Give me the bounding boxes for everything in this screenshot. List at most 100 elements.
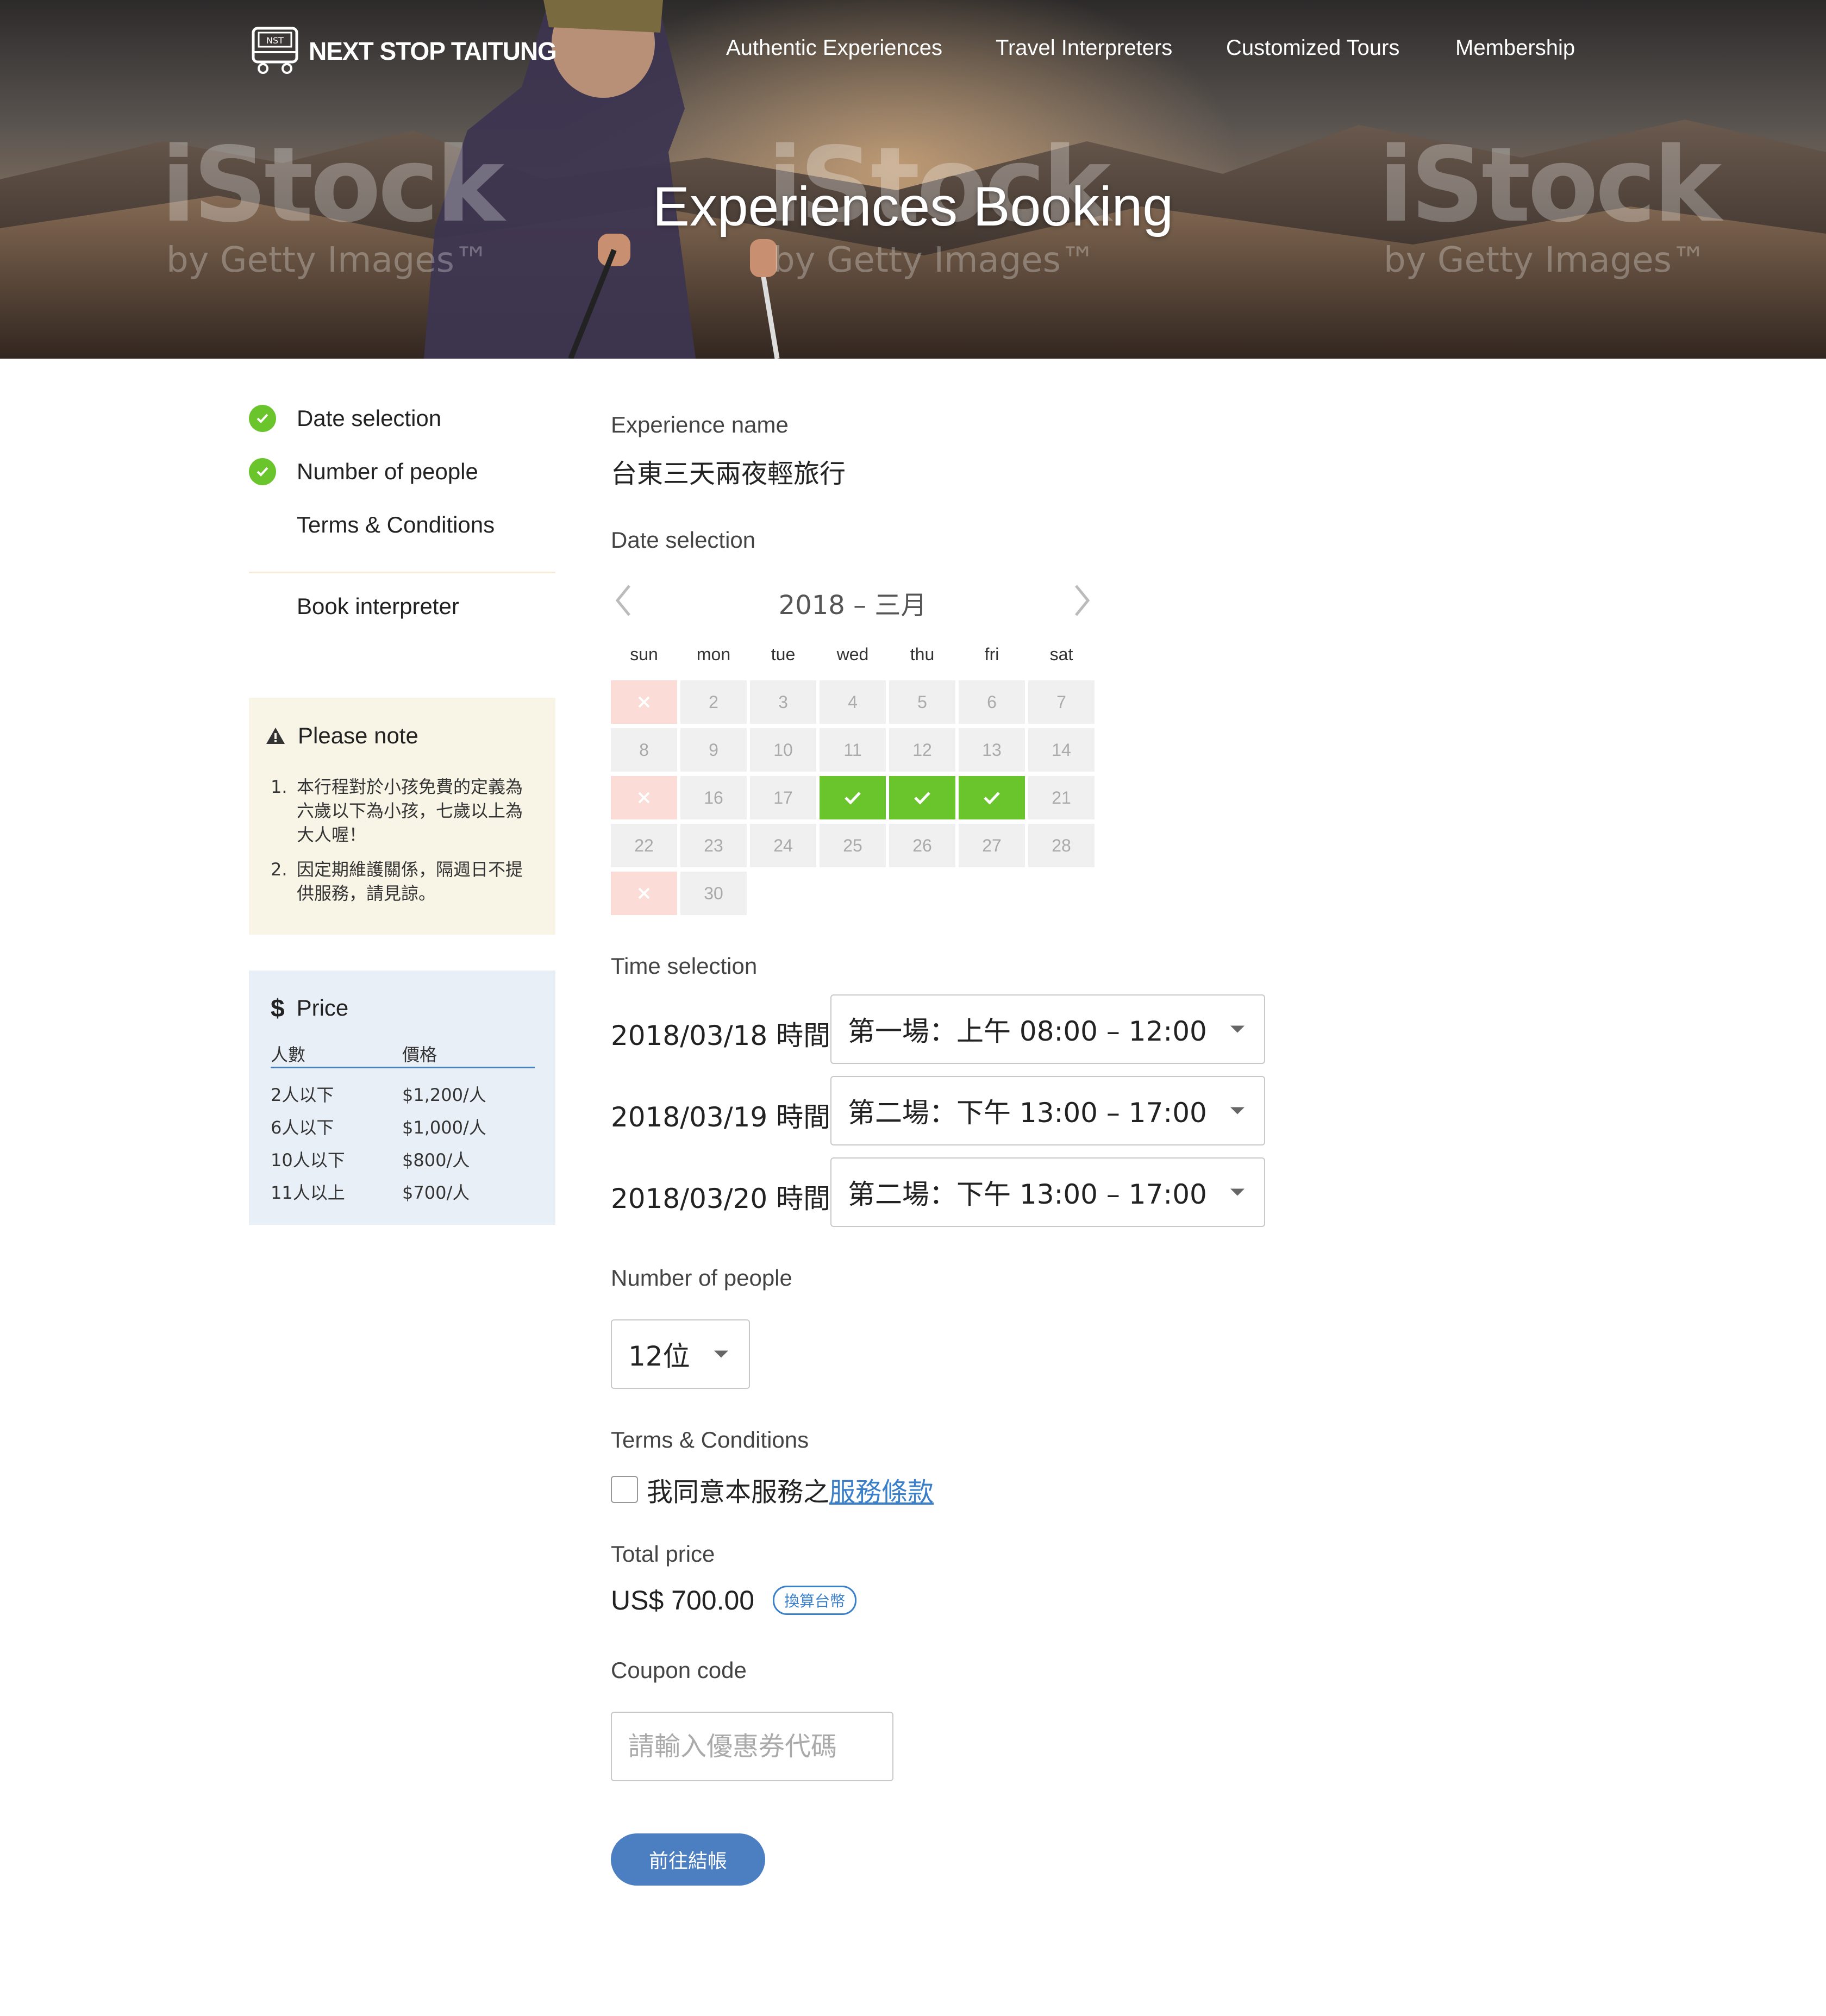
time-date-label: 2018/03/20 時間 bbox=[611, 1183, 831, 1214]
price-row: 6人以下 $1,000/人 bbox=[271, 1117, 486, 1138]
step-label: Number of people bbox=[297, 459, 478, 484]
calendar-weekday: fri bbox=[984, 644, 999, 664]
logo-text: NEXT STOP TAITUNG bbox=[309, 37, 557, 65]
terms-agreement: 我同意本服務之 服務條款 bbox=[611, 1470, 934, 1508]
step-label: Date selection bbox=[297, 405, 442, 431]
time-select[interactable]: 第二場：下午 13:00 – 17:00 bbox=[830, 1157, 1265, 1227]
close-icon bbox=[638, 696, 650, 708]
page-title: Experiences Booking bbox=[652, 176, 1174, 237]
time-select[interactable]: 第一場：上午 08:00 – 12:00 bbox=[830, 994, 1265, 1064]
calendar-day-selected[interactable] bbox=[889, 776, 955, 819]
close-icon bbox=[638, 887, 650, 899]
calendar-day-closed bbox=[611, 680, 677, 724]
calendar-day[interactable]: 7 bbox=[1028, 680, 1095, 724]
price-row: 10人以下 $800/人 bbox=[271, 1150, 470, 1170]
total-price-label: Total price bbox=[611, 1541, 715, 1567]
nav-authentic-experiences[interactable]: Authentic Experiences bbox=[726, 36, 942, 60]
check-icon bbox=[914, 792, 930, 805]
calendar-day[interactable]: 3 bbox=[750, 680, 816, 724]
hero-banner: iStock by Getty Images™ iStock by Getty … bbox=[0, 0, 1826, 359]
price-row: 2人以下 $1,200/人 bbox=[271, 1085, 486, 1105]
coupon-input[interactable] bbox=[628, 1713, 884, 1780]
calendar-weekday: thu bbox=[910, 644, 935, 664]
price-table-header: 人數 價格 bbox=[271, 1038, 535, 1068]
nav-membership[interactable]: Membership bbox=[1455, 36, 1575, 60]
calendar-weekday: sun bbox=[630, 644, 658, 664]
calendar-day[interactable]: 4 bbox=[820, 680, 886, 724]
calendar-day[interactable]: 6 bbox=[959, 680, 1025, 724]
step-label: Terms & Conditions bbox=[297, 512, 495, 537]
convert-currency-button[interactable]: 換算台幣 bbox=[773, 1586, 857, 1615]
price-box: $ Price 人數 價格 2人以下 $1,200/人 6人以下 $1,000/人 … bbox=[249, 971, 555, 1225]
calendar-day[interactable]: 24 bbox=[750, 824, 816, 867]
step-date-selection[interactable]: Date selection bbox=[249, 402, 441, 435]
calendar-day-closed bbox=[611, 872, 677, 915]
calendar-day[interactable]: 22 bbox=[611, 824, 677, 867]
chevron-right-icon[interactable] bbox=[1067, 581, 1095, 619]
total-price-value: US$ 700.00 bbox=[611, 1585, 755, 1616]
nav-customized-tours[interactable]: Customized Tours bbox=[1226, 36, 1399, 60]
caret-down-icon bbox=[1230, 1107, 1245, 1115]
calendar-day[interactable]: 21 bbox=[1028, 776, 1095, 819]
note-list: 1. 本行程對於小孩免費的定義為六歲以下為小孩，七歲以上為大人喔！ 2. 因定期維護… bbox=[271, 775, 531, 916]
calendar-day[interactable]: 26 bbox=[889, 824, 955, 867]
calendar-header: 2018 – 三月 bbox=[611, 581, 1095, 621]
calendar-day[interactable]: 9 bbox=[680, 728, 747, 772]
coupon-code-label: Coupon code bbox=[611, 1657, 747, 1683]
terms-checkbox[interactable] bbox=[611, 1476, 638, 1503]
price-title: $ Price bbox=[271, 994, 349, 1022]
calendar-day[interactable]: 5 bbox=[889, 680, 955, 724]
time-select[interactable]: 第二場：下午 13:00 – 17:00 bbox=[830, 1076, 1265, 1145]
calendar-weekday: sat bbox=[1049, 644, 1073, 664]
calendar-day-closed bbox=[611, 776, 677, 819]
experience-name: 台東三天兩夜輕旅行 bbox=[611, 459, 846, 489]
time-date-label: 2018/03/18 時間 bbox=[611, 1020, 831, 1051]
check-icon bbox=[984, 792, 1000, 805]
calendar-day[interactable]: 11 bbox=[820, 728, 886, 772]
calendar-day[interactable]: 17 bbox=[750, 776, 816, 819]
total-price: US$ 700.00 換算台幣 bbox=[611, 1585, 857, 1616]
site-logo[interactable]: NST NEXT STOP TAITUNG bbox=[249, 25, 557, 77]
check-icon bbox=[845, 792, 861, 805]
calendar-day[interactable]: 23 bbox=[680, 824, 747, 867]
calendar-month-title: 2018 – 三月 bbox=[778, 590, 927, 621]
calendar-weekday: tue bbox=[771, 644, 796, 664]
close-icon bbox=[638, 792, 650, 804]
number-of-people-label: Number of people bbox=[611, 1265, 792, 1291]
time-selection-label: Time selection bbox=[611, 953, 758, 979]
tram-logo-icon: NST bbox=[252, 27, 298, 74]
calendar-day[interactable]: 2 bbox=[680, 680, 747, 724]
nav-travel-interpreters[interactable]: Travel Interpreters bbox=[996, 36, 1172, 60]
calendar-day[interactable]: 8 bbox=[611, 728, 677, 772]
calendar-weekday: mon bbox=[696, 644, 731, 664]
calendar-day[interactable]: 10 bbox=[750, 728, 816, 772]
terms-link[interactable]: 服務條款 bbox=[829, 1470, 934, 1508]
calendar-day[interactable]: 25 bbox=[820, 824, 886, 867]
check-circle-icon bbox=[249, 458, 276, 485]
experience-name-label: Experience name bbox=[611, 412, 789, 437]
calendar-day[interactable]: 28 bbox=[1028, 824, 1095, 867]
terms-label: Terms & Conditions bbox=[611, 1427, 809, 1452]
calendar-weekday: wed bbox=[836, 644, 869, 664]
checkout-button[interactable]: 前往結帳 bbox=[611, 1833, 765, 1886]
caret-down-icon bbox=[1230, 1188, 1245, 1196]
calendar-day[interactable]: 27 bbox=[959, 824, 1025, 867]
step-number-of-people[interactable]: Number of people bbox=[249, 455, 478, 488]
step-label: Book interpreter bbox=[297, 593, 459, 619]
caret-down-icon bbox=[714, 1350, 728, 1358]
check-circle-icon bbox=[249, 405, 276, 432]
calendar-day[interactable]: 16 bbox=[680, 776, 747, 819]
caret-down-icon bbox=[1230, 1025, 1245, 1033]
calendar-day-selected[interactable] bbox=[959, 776, 1025, 819]
calendar-day-selected[interactable] bbox=[820, 776, 886, 819]
please-note-box: Please note 1. 本行程對於小孩免費的定義為六歲以下為小孩，七歲以上為… bbox=[249, 698, 555, 935]
note-item: 1. 本行程對於小孩免費的定義為六歲以下為小孩，七歲以上為大人喔！ bbox=[271, 777, 523, 845]
calendar-day[interactable]: 30 bbox=[680, 872, 747, 915]
calendar-day[interactable]: 12 bbox=[889, 728, 955, 772]
people-select[interactable]: 12位 bbox=[611, 1319, 750, 1389]
note-item: 2. 因定期維護關係，隔週日不提供服務，請見諒。 bbox=[271, 859, 523, 904]
price-row: 11人以上 $700/人 bbox=[271, 1182, 470, 1203]
date-selection-label: Date selection bbox=[611, 527, 756, 553]
calendar-day[interactable]: 13 bbox=[959, 728, 1025, 772]
calendar-day[interactable]: 14 bbox=[1028, 728, 1095, 772]
